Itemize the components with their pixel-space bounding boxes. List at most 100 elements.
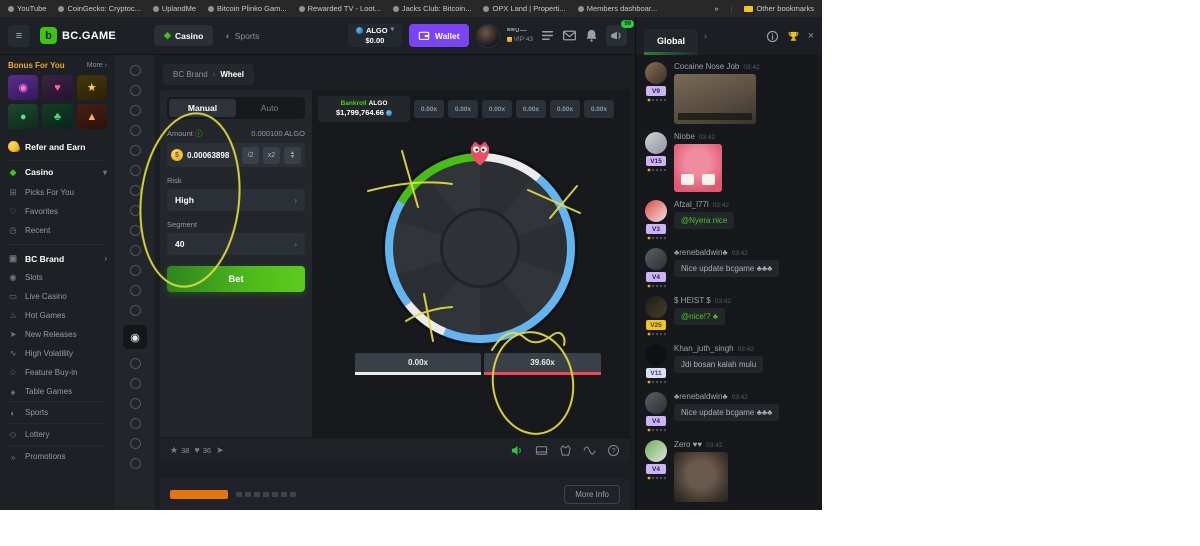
chat-room-tab[interactable]: Global [644,29,698,55]
rail-game-icon[interactable] [130,438,141,449]
quests-icon[interactable] [540,28,555,43]
sidebar-item-lottery[interactable]: ◇Lottery [8,423,107,445]
avatar[interactable] [645,132,667,154]
theatre-mode-icon[interactable] [535,444,548,457]
risk-select[interactable]: High› [167,189,305,211]
sidebar-item-picks-for-you[interactable]: ⊞Picks For You [8,183,107,202]
rail-game-icon[interactable] [130,285,141,296]
bet-button[interactable]: Bet [167,266,305,292]
sidebar-item-hot-games[interactable]: ♨Hot Games [8,306,107,325]
rail-game-icon[interactable] [130,145,141,156]
live-stats-icon[interactable] [583,444,596,457]
sidebar-item-slots[interactable]: ◉Slots [8,268,107,287]
bonus-tile[interactable]: ▲ [77,104,107,129]
user-block[interactable]: ≡≡∪— VIP 43 [507,27,533,44]
bookmark-item[interactable]: Rewarded TV - Loot... [299,4,381,13]
sidebar-item-casino[interactable]: ◆Casino▾ [8,161,107,183]
rail-game-icon[interactable] [130,105,141,116]
sidebar-item-favorites[interactable]: ♡Favorites [8,202,107,221]
sidebar-item-high-volatility[interactable]: ∿High Volatility [8,344,107,363]
favorite-stat[interactable]: ★38 [170,445,189,456]
info-icon[interactable]: ⓘ [195,129,203,138]
rail-game-icon[interactable] [130,125,141,136]
avatar[interactable] [645,62,667,84]
breadcrumb-parent[interactable]: BC Brand [173,70,208,79]
avatar[interactable] [645,344,667,366]
chat-username[interactable]: ♣renebaldwin♣ [674,392,728,401]
other-bookmarks-button[interactable]: Other bookmarks [744,4,814,13]
history-multiplier-chip[interactable]: 0.00x [516,100,546,118]
avatar[interactable] [645,296,667,318]
chat-rules-icon[interactable] [766,30,779,43]
bookmark-item[interactable]: UplandMe [153,4,196,13]
chat-username[interactable]: Zero ♥♥ [674,440,702,449]
sidebar-item-table-games[interactable]: ♠Table Games [8,382,107,401]
avatar[interactable] [645,200,667,222]
bookmark-item[interactable]: Members dashboar... [578,4,657,13]
bonus-tile[interactable]: ◉ [8,75,38,100]
help-icon[interactable]: ? [607,444,620,457]
rail-game-icon[interactable] [130,265,141,276]
sidebar-item-live-casino[interactable]: ▭Live Casino [8,287,107,306]
trophy-icon[interactable] [787,30,800,43]
bonus-tile[interactable]: ● [8,104,38,129]
avatar[interactable] [645,392,667,414]
rail-game-icon[interactable] [130,65,141,76]
bonus-tile[interactable]: ★ [77,75,107,100]
amount-value[interactable]: 0.00063898 [187,151,238,160]
chat-toggle-icon[interactable]: 99 [606,25,627,46]
bookmark-item[interactable]: YouTube [8,4,46,13]
chat-username[interactable]: Niobe [674,132,695,141]
rail-game-icon[interactable] [130,205,141,216]
tab-manual[interactable]: Manual [169,99,236,117]
breadcrumb[interactable]: BC Brand › Wheel [163,64,254,85]
rail-game-icon[interactable] [130,225,141,236]
tab-auto[interactable]: Auto [236,99,303,117]
refer-and-earn-button[interactable]: Refer and Earn [8,133,107,161]
rail-game-icon[interactable] [130,458,141,469]
sound-toggle-icon[interactable] [511,444,524,457]
bookmark-item[interactable]: Jacks Club: Bitcoin... [393,4,472,13]
like-stat[interactable]: ♥36 [194,445,211,455]
bookmark-item[interactable]: Bitcoin Plinko Gam... [208,4,287,13]
avatar[interactable] [645,248,667,270]
bookmark-item[interactable]: OPX Land | Properti... [483,4,565,13]
bonus-tile[interactable]: ♥ [42,75,72,100]
chat-username[interactable]: Khan_juth_singh [674,344,734,353]
tab-sports[interactable]: ◐Sports [225,31,259,41]
chevron-right-icon[interactable]: › [704,31,707,41]
more-info-button[interactable]: More Info [564,485,620,504]
rail-game-icon[interactable] [130,418,141,429]
segment-select[interactable]: 40› [167,233,305,255]
chat-gif-image[interactable] [674,144,722,192]
history-multiplier-chip[interactable]: 0.00x [448,100,478,118]
rail-game-icon[interactable] [130,245,141,256]
currency-selector[interactable]: ALGO▾ $0.00 [348,24,402,48]
share-button[interactable]: ➤ [216,445,224,456]
rail-game-icon[interactable] [130,165,141,176]
fairness-icon[interactable] [559,444,572,457]
chat-gif-image[interactable] [674,74,756,124]
rail-game-icon[interactable] [130,185,141,196]
bookmarks-overflow-button[interactable]: » [714,4,718,13]
wallet-button[interactable]: Wallet [409,24,469,47]
tab-casino[interactable]: ◆Casino [154,25,213,46]
chat-username[interactable]: Afzal_l77l [674,200,709,209]
sidebar-item-new-releases[interactable]: ➤New Releases [8,325,107,344]
amount-input[interactable]: $ 0.00063898 /2 x2 ▲▼ [167,143,305,167]
close-icon[interactable]: × [808,31,814,42]
double-amount-button[interactable]: x2 [263,147,280,164]
bookmark-item[interactable]: CoinGecko: Cryptoc... [58,4,140,13]
notifications-bell-icon[interactable] [584,28,599,43]
rail-game-icon[interactable] [130,85,141,96]
amount-stepper[interactable]: ▲▼ [284,147,301,164]
rail-game-icon[interactable] [130,358,141,369]
chat-username[interactable]: $ HEIST $ [674,296,711,305]
chat-username[interactable]: Cocaine Nose Job [674,62,739,71]
rail-game-icon[interactable] [130,305,141,316]
rail-game-icon[interactable] [130,398,141,409]
sidebar-item-recent[interactable]: ◷Recent [8,221,107,240]
bonus-more-link[interactable]: More › [87,62,107,69]
avatar[interactable] [645,440,667,462]
chat-gif-image[interactable] [674,452,728,502]
